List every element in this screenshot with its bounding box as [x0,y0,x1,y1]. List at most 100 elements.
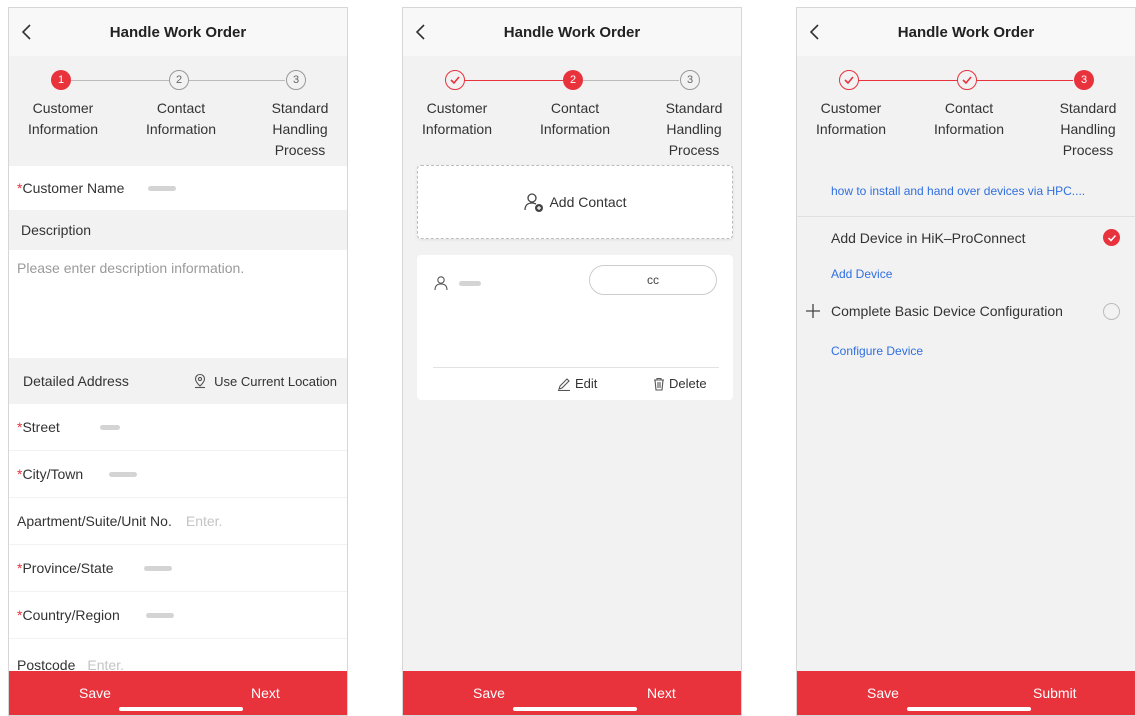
step-2-indicator: 2 [563,70,583,90]
step-connector [583,80,679,81]
step-3-indicator: 3 [680,70,700,90]
expand-plus-icon[interactable] [805,303,821,319]
edit-button[interactable]: Edit [557,376,597,391]
home-indicator [907,707,1031,711]
contact-card: cc Edit Delete [417,255,733,400]
back-arrow-icon[interactable] [411,22,431,42]
country-value [145,612,174,618]
stepper: 1 2 3 Customer Information Contact Infor… [9,56,347,166]
stepper: 3 Customer Information Contact Informati… [797,56,1135,166]
delete-label: Delete [669,376,707,391]
province-label: Province/State [22,560,114,576]
step-1-label: Customer Information [421,100,493,137]
step-2-indicator: 2 [169,70,189,90]
step-connector [71,80,169,81]
apartment-label: Apartment/Suite/Unit No. [17,513,172,529]
customer-name-field[interactable]: * Customer Name [9,166,347,210]
add-device-link[interactable]: Add Device [831,267,892,281]
step-1-indicator: 1 [51,70,71,90]
detailed-address-label: Detailed Address [23,373,129,389]
street-label: Street [22,419,60,435]
screen-contact-information: Handle Work Order 2 3 Customer Informati… [402,7,742,716]
page-title: Handle Work Order [503,23,641,41]
use-current-location-label: Use Current Location [214,373,337,389]
contact-tag: cc [589,265,717,295]
step-3-label: Standard Handling Process [271,100,329,158]
apartment-field[interactable]: Apartment/Suite/Unit No. Enter. [9,498,347,544]
edit-label: Edit [575,376,598,391]
step-2-label: Contact Information [933,100,1005,137]
page-title: Handle Work Order [897,23,1035,41]
step-1-check-icon [445,70,465,90]
step-3-indicator: 3 [286,70,306,90]
street-value [99,424,120,430]
bottom-action-bar: Save Next [9,671,347,715]
country-label: Country/Region [22,607,120,623]
description-heading: Description [9,210,347,250]
next-button[interactable]: Next [647,671,676,715]
add-person-icon [524,193,544,212]
city-field[interactable]: * City/Town [9,451,347,497]
header: Handle Work Order [797,8,1135,56]
home-indicator [513,707,637,711]
step-1-label: Customer Information [815,100,887,137]
page-title: Handle Work Order [109,23,247,41]
description-textarea[interactable]: Please enter description information. [9,250,347,358]
step-1-label: Customer Information [27,100,99,137]
header: Handle Work Order [9,8,347,56]
customer-name-value [148,185,177,191]
bottom-action-bar: Save Next [403,671,741,715]
divider [797,216,1135,217]
next-button[interactable]: Next [251,671,280,715]
step-3-label: Standard Handling Process [1059,100,1117,158]
country-field[interactable]: * Country/Region [9,592,347,638]
step-3-label: Standard Handling Process [665,100,723,158]
street-field[interactable]: * Street [9,404,347,450]
step-2-label: Contact Information [539,100,611,137]
step-connector [859,80,957,81]
province-field[interactable]: * Province/State [9,545,347,591]
person-icon [434,276,448,291]
divider [433,367,719,368]
screen-standard-handling-process: Handle Work Order 3 Customer Information… [796,7,1136,716]
delete-button[interactable]: Delete [652,376,707,391]
submit-button[interactable]: Submit [1033,671,1077,715]
stepper: 2 3 Customer Information Contact Informa… [403,56,741,166]
configure-device-link[interactable]: Configure Device [831,344,923,358]
back-arrow-icon[interactable] [17,22,37,42]
detailed-address-heading: Detailed Address Use Current Location [9,358,347,404]
location-pin-icon [195,373,206,389]
step-connector [189,80,285,81]
description-placeholder: Please enter description information. [17,260,245,276]
pencil-icon [558,377,570,391]
step-connector [465,80,563,81]
save-button[interactable]: Save [79,671,111,715]
screen-customer-information: Handle Work Order 1 2 3 Customer Informa… [8,7,348,716]
step-3-indicator: 3 [1074,70,1094,90]
city-value [109,471,138,477]
add-contact-button[interactable]: Add Contact [417,165,733,239]
customer-name-label: Customer Name [22,180,125,196]
step-1-check-icon [839,70,859,90]
task-complete-check-icon[interactable] [1103,229,1120,246]
home-indicator [119,707,243,711]
save-button[interactable]: Save [867,671,899,715]
postcode-field[interactable]: Postcode Enter. [9,639,347,673]
step-2-check-icon [957,70,977,90]
step-2-label: Contact Information [145,100,217,137]
header: Handle Work Order [403,8,741,56]
step-connector [977,80,1073,81]
back-arrow-icon[interactable] [805,22,825,42]
save-button[interactable]: Save [473,671,505,715]
trash-icon [654,377,664,391]
install-guide-link[interactable]: how to install and hand over devices via… [831,184,1085,198]
use-current-location-button[interactable]: Use Current Location [192,373,337,389]
city-label: City/Town [22,466,84,482]
province-value [143,565,172,571]
apartment-placeholder: Enter. [185,513,223,529]
task-incomplete-radio[interactable] [1103,303,1120,320]
bottom-action-bar: Save Submit [797,671,1135,715]
add-contact-label: Add Contact [549,194,627,210]
task-add-device-label: Add Device in HiK–ProConnect [831,230,1026,246]
contact-name [459,281,481,286]
